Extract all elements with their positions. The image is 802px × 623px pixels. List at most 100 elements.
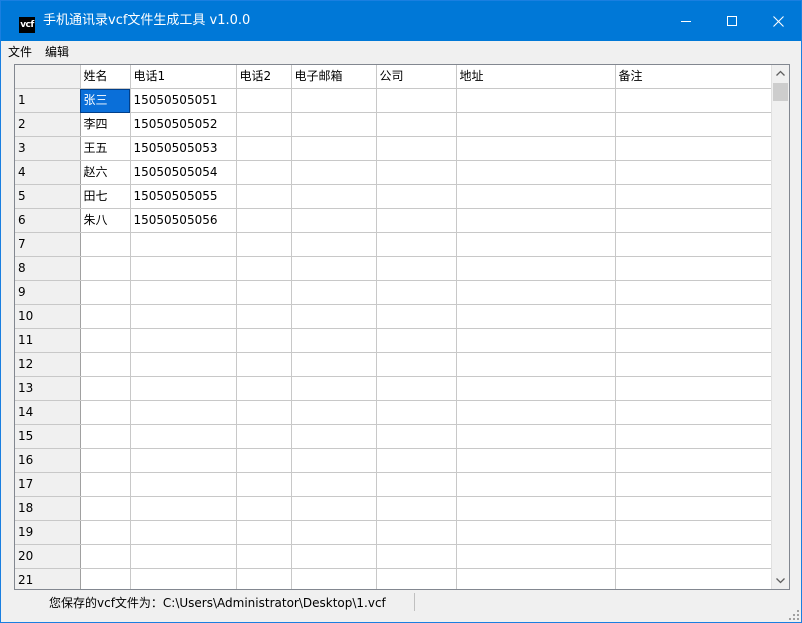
cell-phone1[interactable]: [130, 304, 237, 329]
cell-notes[interactable]: [615, 376, 775, 401]
cell-address[interactable]: [456, 448, 616, 473]
maximize-button[interactable]: [709, 1, 755, 41]
cell-phone1[interactable]: [130, 256, 237, 281]
cell-phone1[interactable]: [130, 544, 237, 569]
cell-company[interactable]: [376, 424, 457, 449]
cell-name[interactable]: [80, 232, 131, 257]
cell-company[interactable]: [376, 160, 457, 185]
cell-notes[interactable]: [615, 88, 775, 113]
cell-name[interactable]: [80, 400, 131, 425]
cell-name[interactable]: 李四: [80, 112, 131, 137]
cell-email[interactable]: [291, 232, 377, 257]
cell-name[interactable]: [80, 544, 131, 569]
cell-company[interactable]: [376, 448, 457, 473]
cell-email[interactable]: [291, 400, 377, 425]
cell-phone1[interactable]: 15050505055: [130, 184, 237, 209]
cell-email[interactable]: [291, 568, 377, 589]
contacts-grid[interactable]: 姓名 电话1 电话2 电子邮箱 公司 地址 备注 1 张三 15050505051 2…: [14, 64, 790, 590]
cell-phone2[interactable]: [236, 544, 292, 569]
cell-address[interactable]: [456, 208, 616, 233]
row-header[interactable]: 15: [15, 424, 81, 449]
cell-company[interactable]: [376, 472, 457, 497]
cell-email[interactable]: [291, 88, 377, 113]
scroll-down-button[interactable]: [772, 572, 789, 589]
cell-address[interactable]: [456, 400, 616, 425]
cell-company[interactable]: [376, 520, 457, 545]
column-header-phone2[interactable]: 电话2: [236, 65, 292, 89]
row-header[interactable]: 19: [15, 520, 81, 545]
cell-email[interactable]: [291, 448, 377, 473]
row-header[interactable]: 9: [15, 280, 81, 305]
cell-phone1[interactable]: [130, 376, 237, 401]
cell-company[interactable]: [376, 88, 457, 113]
cell-notes[interactable]: [615, 328, 775, 353]
cell-address[interactable]: [456, 232, 616, 257]
cell-notes[interactable]: [615, 352, 775, 377]
cell-name[interactable]: [80, 376, 131, 401]
row-header[interactable]: 14: [15, 400, 81, 425]
cell-address[interactable]: [456, 112, 616, 137]
cell-phone1[interactable]: 15050505054: [130, 160, 237, 185]
row-header[interactable]: 13: [15, 376, 81, 401]
cell-phone2[interactable]: [236, 472, 292, 497]
cell-name[interactable]: [80, 520, 131, 545]
cell-phone2[interactable]: [236, 208, 292, 233]
cell-address[interactable]: [456, 376, 616, 401]
cell-notes[interactable]: [615, 256, 775, 281]
cell-company[interactable]: [376, 112, 457, 137]
cell-address[interactable]: [456, 328, 616, 353]
cell-notes[interactable]: [615, 544, 775, 569]
cell-address[interactable]: [456, 472, 616, 497]
row-header[interactable]: 5: [15, 184, 81, 209]
cell-company[interactable]: [376, 352, 457, 377]
close-button[interactable]: [755, 1, 801, 41]
cell-notes[interactable]: [615, 304, 775, 329]
cell-notes[interactable]: [615, 160, 775, 185]
cell-phone2[interactable]: [236, 184, 292, 209]
minimize-button[interactable]: [663, 1, 709, 41]
cell-phone1[interactable]: 15050505053: [130, 136, 237, 161]
row-header[interactable]: 4: [15, 160, 81, 185]
cell-phone1[interactable]: [130, 232, 237, 257]
cell-address[interactable]: [456, 184, 616, 209]
cell-name[interactable]: 赵六: [80, 160, 131, 185]
cell-name[interactable]: [80, 568, 131, 589]
cell-notes[interactable]: [615, 208, 775, 233]
cell-email[interactable]: [291, 472, 377, 497]
row-header[interactable]: 10: [15, 304, 81, 329]
cell-email[interactable]: [291, 280, 377, 305]
row-header[interactable]: 2: [15, 112, 81, 137]
row-header[interactable]: 20: [15, 544, 81, 569]
cell-name[interactable]: 张三: [80, 88, 131, 113]
cell-name[interactable]: [80, 472, 131, 497]
cell-email[interactable]: [291, 352, 377, 377]
cell-address[interactable]: [456, 544, 616, 569]
row-header[interactable]: 7: [15, 232, 81, 257]
cell-phone2[interactable]: [236, 160, 292, 185]
scroll-thumb[interactable]: [773, 83, 788, 101]
cell-company[interactable]: [376, 280, 457, 305]
cell-company[interactable]: [376, 256, 457, 281]
row-header[interactable]: 6: [15, 208, 81, 233]
cell-name[interactable]: [80, 304, 131, 329]
scroll-up-button[interactable]: [772, 65, 789, 82]
cell-company[interactable]: [376, 208, 457, 233]
cell-notes[interactable]: [615, 496, 775, 521]
cell-email[interactable]: [291, 208, 377, 233]
cell-email[interactable]: [291, 160, 377, 185]
cell-phone1[interactable]: [130, 280, 237, 305]
cell-address[interactable]: [456, 304, 616, 329]
row-header[interactable]: 12: [15, 352, 81, 377]
cell-address[interactable]: [456, 256, 616, 281]
cell-notes[interactable]: [615, 136, 775, 161]
cell-email[interactable]: [291, 376, 377, 401]
cell-phone2[interactable]: [236, 280, 292, 305]
cell-email[interactable]: [291, 184, 377, 209]
cell-phone2[interactable]: [236, 88, 292, 113]
column-header-notes[interactable]: 备注: [615, 65, 775, 89]
cell-phone2[interactable]: [236, 520, 292, 545]
menu-edit[interactable]: 编辑: [45, 44, 69, 60]
cell-phone1[interactable]: 15050505051: [130, 88, 237, 113]
cell-phone1[interactable]: [130, 496, 237, 521]
cell-name[interactable]: [80, 424, 131, 449]
